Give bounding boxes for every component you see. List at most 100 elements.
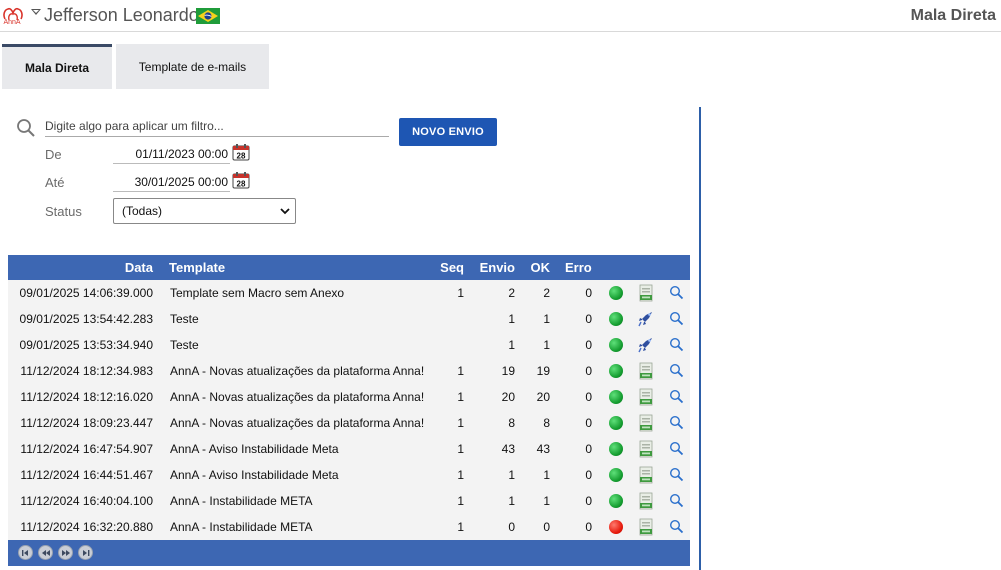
- grid-header: Data Template Seq Envio OK Erro: [8, 255, 690, 280]
- table-row[interactable]: 09/01/2025 13:54:42.283 Teste 1 1 0: [8, 306, 690, 332]
- cell-seq: 1: [457, 364, 464, 378]
- col-template[interactable]: Template: [169, 260, 225, 275]
- table-row[interactable]: 09/01/2025 14:06:39.000 Template sem Macr…: [8, 280, 690, 306]
- cell-envio: 0: [508, 520, 515, 534]
- cell-template: AnnA - Aviso Instabilidade Meta: [170, 442, 339, 456]
- col-erro[interactable]: Erro: [565, 260, 592, 275]
- top-bar: AnnA Jefferson Leonardo Mala Direta: [0, 0, 1001, 32]
- status-label: Status: [45, 204, 82, 219]
- view-details-icon[interactable]: [669, 441, 684, 456]
- status-select[interactable]: (Todas): [113, 198, 296, 224]
- cell-template: Teste: [170, 338, 199, 352]
- xls-icon[interactable]: [638, 518, 654, 536]
- status-ok-icon: [609, 390, 623, 404]
- cell-erro: 0: [585, 364, 592, 378]
- cell-ok: 20: [536, 390, 550, 404]
- cell-envio: 1: [508, 312, 515, 326]
- col-ok[interactable]: OK: [518, 260, 551, 275]
- view-details-icon[interactable]: [669, 467, 684, 482]
- col-data[interactable]: Data: [8, 260, 153, 275]
- cell-template: AnnA - Instabilidade META: [170, 494, 313, 508]
- view-details-icon[interactable]: [669, 389, 684, 404]
- cell-ok: 1: [543, 312, 550, 326]
- view-details-icon[interactable]: [669, 493, 684, 508]
- cell-data: 09/01/2025 13:53:34.940: [19, 338, 153, 352]
- search-icon: [17, 119, 35, 137]
- table-row[interactable]: 11/12/2024 18:09:23.447 AnnA - Novas atua…: [8, 410, 690, 436]
- view-details-icon[interactable]: [669, 311, 684, 326]
- cell-template: AnnA - Instabilidade META: [170, 520, 313, 534]
- table-row[interactable]: 09/01/2025 13:53:34.940 Teste 1 1 0: [8, 332, 690, 358]
- status-ok-icon: [609, 364, 623, 378]
- filter-input[interactable]: [45, 115, 389, 137]
- cell-data: 11/12/2024 16:47:54.907: [20, 442, 153, 456]
- calendar-icon[interactable]: 28: [232, 171, 250, 189]
- col-envio[interactable]: Envio: [478, 260, 515, 275]
- to-date-field[interactable]: 30/01/2025 00:00: [113, 172, 230, 192]
- view-details-icon[interactable]: [669, 363, 684, 378]
- cell-template: AnnA - Aviso Instabilidade Meta: [170, 468, 339, 482]
- cell-ok: 1: [543, 494, 550, 508]
- status-ok-icon: [609, 442, 623, 456]
- cell-data: 09/01/2025 14:06:39.000: [19, 286, 153, 300]
- rocket-icon[interactable]: [638, 336, 654, 354]
- cell-ok: 19: [536, 364, 550, 378]
- from-date-label: De: [45, 147, 62, 162]
- cell-data: 11/12/2024 16:40:04.100: [20, 494, 153, 508]
- status-ok-icon: [609, 494, 623, 508]
- page-title: Mala Direta: [910, 7, 996, 24]
- table-row[interactable]: 11/12/2024 16:44:51.467 AnnA - Aviso Inst…: [8, 462, 690, 488]
- last-page-button[interactable]: [78, 545, 93, 560]
- table-row[interactable]: 11/12/2024 18:12:16.020 AnnA - Novas atua…: [8, 384, 690, 410]
- cell-template: AnnA - Novas atualizações da plataforma …: [170, 416, 425, 430]
- xls-icon[interactable]: [638, 362, 654, 380]
- mailing-grid: Data Template Seq Envio OK Erro 09/01/20…: [8, 255, 690, 566]
- grid-pager: [8, 540, 690, 566]
- tab-mala-direta[interactable]: Mala Direta: [2, 44, 112, 89]
- xls-icon[interactable]: [638, 440, 654, 458]
- cell-data: 11/12/2024 16:32:20.880: [20, 520, 153, 534]
- status-ok-icon: [609, 416, 623, 430]
- cell-envio: 1: [508, 494, 515, 508]
- status-select-value: (Todas): [122, 204, 163, 218]
- cell-envio: 43: [501, 442, 515, 456]
- view-details-icon[interactable]: [669, 519, 684, 534]
- table-row[interactable]: 11/12/2024 16:40:04.100 AnnA - Instabilid…: [8, 488, 690, 514]
- view-details-icon[interactable]: [669, 337, 684, 352]
- user-menu-chevron-icon[interactable]: [31, 9, 41, 15]
- col-seq[interactable]: Seq: [428, 260, 464, 275]
- xls-icon[interactable]: [638, 492, 654, 510]
- cell-data: 11/12/2024 18:09:23.447: [20, 416, 153, 430]
- xls-icon[interactable]: [638, 284, 654, 302]
- cell-envio: 20: [501, 390, 515, 404]
- table-row[interactable]: 11/12/2024 16:47:54.907 AnnA - Aviso Inst…: [8, 436, 690, 462]
- cell-erro: 0: [585, 338, 592, 352]
- view-details-icon[interactable]: [669, 415, 684, 430]
- xls-icon[interactable]: [638, 414, 654, 432]
- xls-icon[interactable]: [638, 466, 654, 484]
- user-name[interactable]: Jefferson Leonardo: [44, 5, 199, 26]
- cell-envio: 19: [501, 364, 515, 378]
- prev-page-button[interactable]: [38, 545, 53, 560]
- table-row[interactable]: 11/12/2024 16:32:20.880 AnnA - Instabilid…: [8, 514, 690, 540]
- view-details-icon[interactable]: [669, 285, 684, 300]
- first-page-button[interactable]: [18, 545, 33, 560]
- cell-template: AnnA - Novas atualizações da plataforma …: [170, 390, 425, 404]
- from-date-field[interactable]: 01/11/2023 00:00: [113, 144, 230, 164]
- cell-ok: 43: [536, 442, 550, 456]
- grid-body: 09/01/2025 14:06:39.000 Template sem Macr…: [8, 280, 690, 540]
- cell-envio: 8: [508, 416, 515, 430]
- cell-seq: 1: [457, 494, 464, 508]
- next-page-button[interactable]: [58, 545, 73, 560]
- table-row[interactable]: 11/12/2024 18:12:34.983 AnnA - Novas atua…: [8, 358, 690, 384]
- cell-ok: 1: [543, 338, 550, 352]
- cell-envio: 1: [508, 468, 515, 482]
- cell-seq: 1: [457, 390, 464, 404]
- rocket-icon[interactable]: [638, 310, 654, 328]
- cell-ok: 0: [543, 520, 550, 534]
- tab-template-de-emails[interactable]: Template de e-mails: [116, 44, 269, 89]
- xls-icon[interactable]: [638, 388, 654, 406]
- novo-envio-button[interactable]: NOVO ENVIO: [399, 118, 497, 146]
- calendar-icon[interactable]: 28: [232, 143, 250, 161]
- status-ok-icon: [609, 468, 623, 482]
